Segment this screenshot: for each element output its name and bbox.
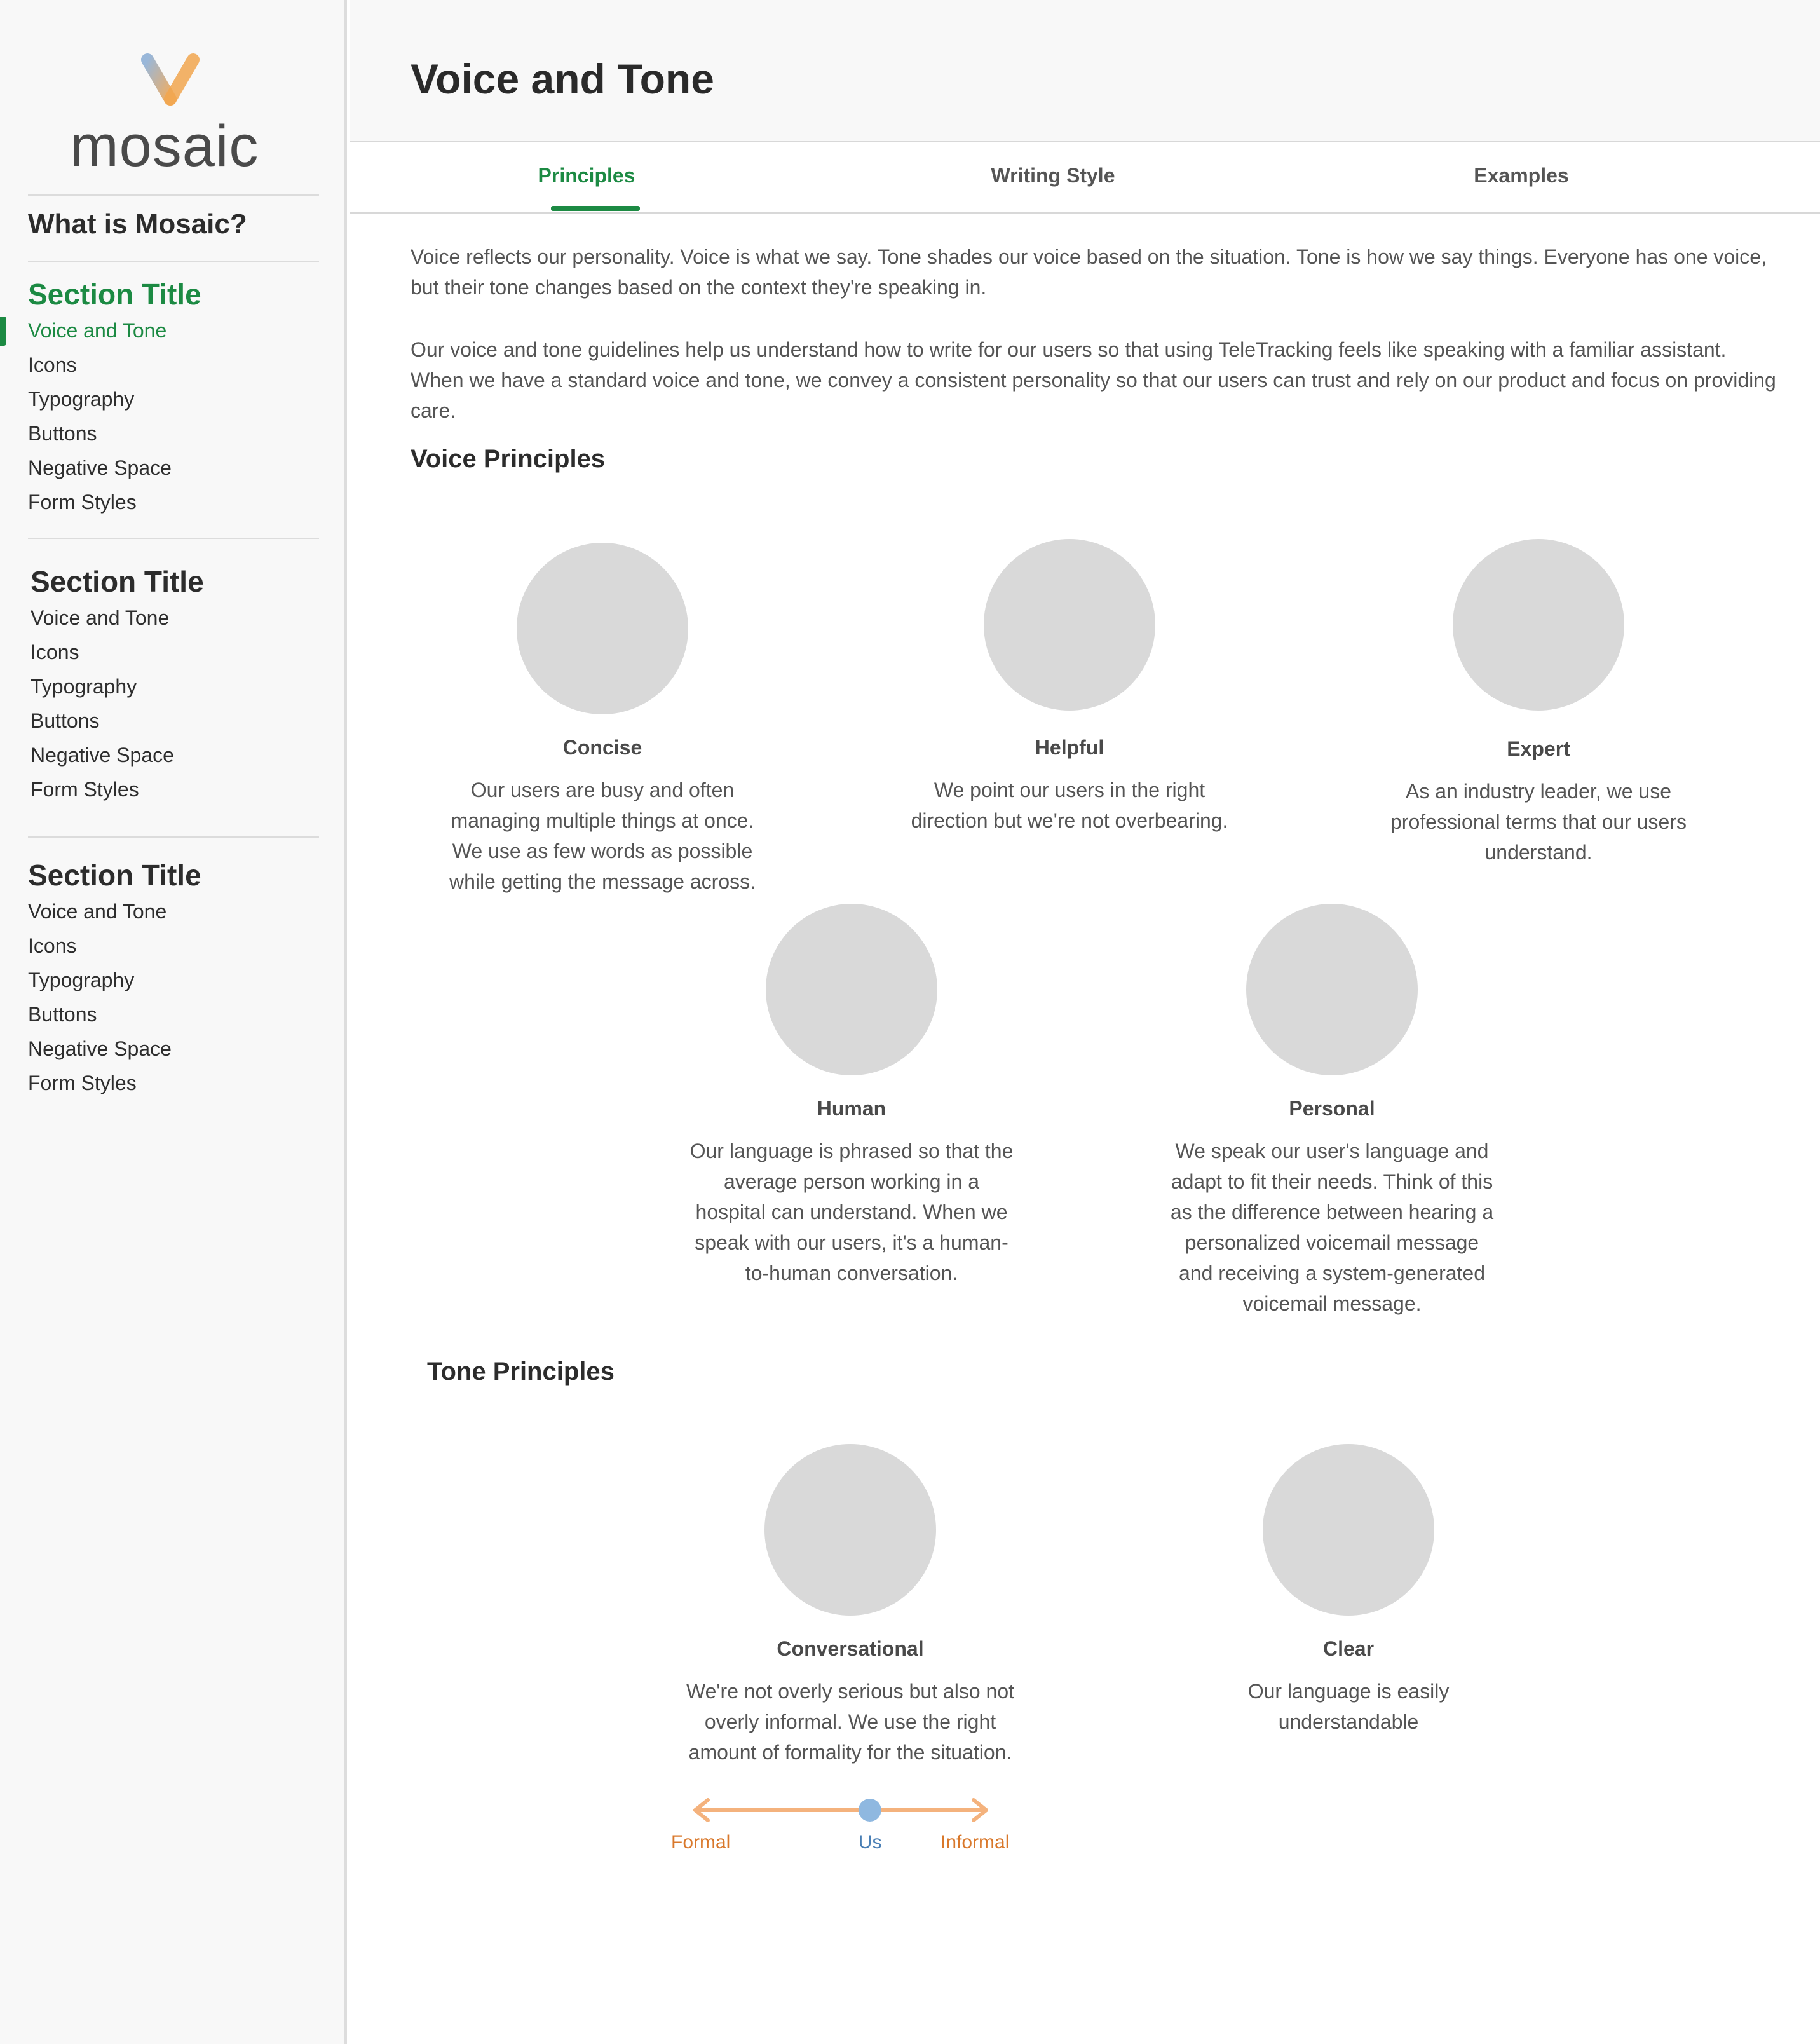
sidebar-item-form-styles[interactable]: Form Styles [28, 491, 137, 514]
principle-card-concise: Concise Our users are busy and often man… [437, 543, 768, 897]
sidebar-item-negative-space[interactable]: Negative Space [28, 456, 172, 480]
brand-wordmark: mosaic [70, 114, 259, 179]
scale-label-informal: Informal [941, 1832, 1010, 1853]
scale-label-formal: Formal [671, 1832, 731, 1853]
sidebar-section-title[interactable]: Section Title [28, 858, 201, 892]
principle-image-placeholder [1453, 539, 1624, 711]
principle-title: Conversational [777, 1637, 924, 1660]
page-header: Voice and Tone [350, 0, 1820, 142]
principle-card-personal: Personal We speak our user's language an… [1167, 904, 1497, 1319]
divider [28, 194, 319, 196]
principle-title: Personal [1289, 1097, 1375, 1120]
principle-image-placeholder [1246, 904, 1418, 1075]
sidebar-item-icons[interactable]: Icons [31, 641, 79, 664]
principle-card-expert: Expert As an industry leader, we use pro… [1373, 539, 1704, 868]
principle-description: Our language is easily understandable [1247, 1680, 1450, 1733]
principle-image-placeholder [1263, 1444, 1434, 1616]
sidebar: mosaic What is Mosaic? Section Title Voi… [0, 0, 347, 2044]
principle-description: We speak our user's language and adapt t… [1170, 1140, 1494, 1315]
sidebar-item-form-styles[interactable]: Form Styles [28, 1072, 137, 1095]
page-title: Voice and Tone [411, 55, 714, 102]
formality-scale: Formal Us Informal [667, 1791, 1023, 1867]
sidebar-item-buttons[interactable]: Buttons [28, 422, 97, 446]
intro-paragraph: Voice reflects our personality. Voice is… [411, 245, 1767, 299]
tone-card-clear: Clear Our language is easily understanda… [1183, 1444, 1514, 1737]
sidebar-item-buttons[interactable]: Buttons [31, 709, 100, 733]
scale-marker [858, 1799, 881, 1822]
principle-description: We're not overly serious but also not ov… [686, 1680, 1014, 1764]
principle-image-placeholder [764, 1444, 936, 1616]
principle-image-placeholder [984, 539, 1155, 711]
voice-principles-heading: Voice Principles [411, 445, 606, 473]
sidebar-item-voice-and-tone[interactable]: Voice and Tone [28, 900, 166, 923]
sidebar-item-form-styles[interactable]: Form Styles [31, 778, 139, 801]
principle-card-helpful: Helpful We point our users in the right … [904, 539, 1235, 836]
principle-description: Our users are busy and often managing mu… [449, 779, 756, 893]
principle-description: As an industry leader, we use profession… [1390, 780, 1687, 864]
sidebar-item-icons[interactable]: Icons [28, 934, 76, 958]
tone-card-conversational: Conversational We're not overly serious … [685, 1444, 1015, 1768]
divider [28, 836, 319, 838]
sidebar-section-title[interactable]: Section Title [28, 277, 201, 311]
formality-scale-arrow [693, 1798, 988, 1822]
sidebar-item-negative-space[interactable]: Negative Space [31, 744, 174, 767]
sidebar-item-typography[interactable]: Typography [28, 388, 134, 411]
sidebar-item-typography[interactable]: Typography [31, 675, 137, 698]
divider [28, 538, 319, 539]
sidebar-item-voice-and-tone[interactable]: Voice and Tone [28, 319, 166, 343]
sidebar-item-typography[interactable]: Typography [28, 969, 134, 992]
scale-label-us: Us [858, 1832, 882, 1853]
principle-image-placeholder [517, 543, 688, 714]
tone-principles-heading: Tone Principles [427, 1358, 615, 1386]
principle-title: Helpful [1035, 736, 1104, 759]
principle-description: Our language is phrased so that the aver… [689, 1140, 1014, 1284]
active-tab-indicator [551, 206, 640, 211]
principle-description: We point our users in the right directio… [911, 779, 1228, 832]
principle-title: Concise [562, 736, 642, 759]
sidebar-item-voice-and-tone[interactable]: Voice and Tone [31, 606, 169, 630]
sidebar-item-icons[interactable]: Icons [28, 353, 76, 377]
principle-image-placeholder [766, 904, 937, 1075]
principle-title: Human [817, 1097, 886, 1120]
principle-title: Expert [1507, 737, 1570, 760]
tab-writing-style[interactable]: Writing Style [991, 164, 1115, 187]
active-indicator [0, 317, 6, 346]
sidebar-item-negative-space[interactable]: Negative Space [28, 1037, 172, 1061]
sidebar-section-title[interactable]: Section Title [31, 564, 204, 599]
principle-card-human: Human Our language is phrased so that th… [686, 904, 1017, 1288]
tab-examples[interactable]: Examples [1474, 164, 1568, 187]
sidebar-item-buttons[interactable]: Buttons [28, 1003, 97, 1026]
divider [28, 261, 319, 262]
principle-title: Clear [1322, 1637, 1375, 1660]
tab-principles[interactable]: Principles [538, 164, 635, 187]
tab-bar: Principles Writing Style Examples [350, 142, 1820, 214]
sidebar-what-is-mosaic[interactable]: What is Mosaic? [28, 208, 247, 240]
intro-paragraph: Our voice and tone guidelines help us un… [411, 338, 1776, 422]
